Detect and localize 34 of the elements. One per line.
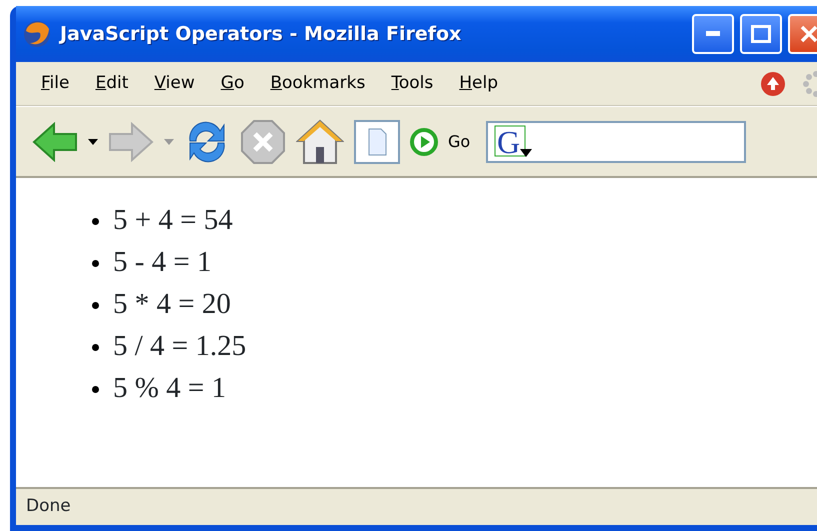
bullet-icon <box>92 302 99 308</box>
minimize-icon <box>706 31 720 37</box>
bullet-icon <box>92 386 99 392</box>
bullet-icon <box>92 260 99 266</box>
menu-item[interactable]: Bookmarks <box>257 70 378 96</box>
update-alert-icon[interactable] <box>760 70 786 96</box>
maximize-icon <box>751 25 771 43</box>
close-icon <box>799 24 817 44</box>
page-icon[interactable] <box>354 120 400 164</box>
maximize-button[interactable] <box>740 14 782 54</box>
bullet-icon <box>92 344 99 350</box>
window-title: JavaScript Operators - Mozilla Firefox <box>60 22 462 47</box>
menu-item[interactable]: File <box>28 70 82 96</box>
menu-item[interactable]: Tools <box>378 70 446 96</box>
home-icon[interactable] <box>296 118 344 164</box>
minimize-button[interactable] <box>692 14 734 54</box>
menu-item[interactable]: View <box>141 70 208 96</box>
stop-icon[interactable] <box>240 118 286 164</box>
list-item: 5 + 4 = 54 <box>113 203 233 238</box>
back-arrow-icon[interactable] <box>32 122 78 162</box>
bullet-icon <box>92 218 99 224</box>
dropdown-caret-icon[interactable] <box>88 138 98 144</box>
list-item: 5 - 4 = 1 <box>113 245 212 280</box>
list-item: 5 * 4 = 20 <box>113 287 231 322</box>
go-button[interactable]: Go <box>448 130 476 154</box>
go-icon[interactable] <box>410 128 438 156</box>
list-item: 5 % 4 = 1 <box>113 371 226 406</box>
list-item: 5 / 4 = 1.25 <box>113 329 246 364</box>
menu-item[interactable]: Help <box>446 70 512 96</box>
menu-item[interactable]: Edit <box>82 70 142 96</box>
firefox-logo-icon <box>22 19 52 49</box>
menu-item[interactable]: Go <box>208 70 258 96</box>
status-text: Done <box>26 495 71 518</box>
search-field[interactable]: G <box>486 120 746 162</box>
